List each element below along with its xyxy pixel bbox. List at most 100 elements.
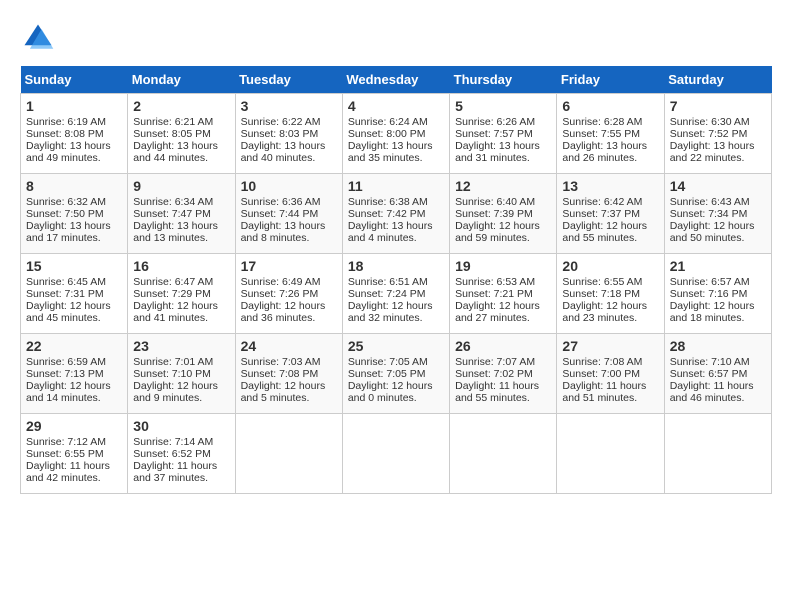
calendar-cell bbox=[664, 414, 771, 494]
day-header-tuesday: Tuesday bbox=[235, 66, 342, 94]
logo bbox=[20, 20, 60, 56]
calendar-header: SundayMondayTuesdayWednesdayThursdayFrid… bbox=[21, 66, 772, 94]
day-info: Daylight: 13 hours bbox=[26, 220, 122, 232]
day-info: and 13 minutes. bbox=[133, 232, 229, 244]
day-info: Daylight: 12 hours bbox=[348, 300, 444, 312]
calendar-cell: 29Sunrise: 7:12 AMSunset: 6:55 PMDayligh… bbox=[21, 414, 128, 494]
week-row-5: 29Sunrise: 7:12 AMSunset: 6:55 PMDayligh… bbox=[21, 414, 772, 494]
day-info: Sunrise: 6:26 AM bbox=[455, 116, 551, 128]
day-info: Sunrise: 6:36 AM bbox=[241, 196, 337, 208]
calendar-cell: 26Sunrise: 7:07 AMSunset: 7:02 PMDayligh… bbox=[450, 334, 557, 414]
day-info: and 36 minutes. bbox=[241, 312, 337, 324]
day-info: Sunrise: 6:38 AM bbox=[348, 196, 444, 208]
day-number: 24 bbox=[241, 338, 337, 354]
day-info: Sunset: 8:03 PM bbox=[241, 128, 337, 140]
day-header-saturday: Saturday bbox=[664, 66, 771, 94]
day-info: and 44 minutes. bbox=[133, 152, 229, 164]
week-row-3: 15Sunrise: 6:45 AMSunset: 7:31 PMDayligh… bbox=[21, 254, 772, 334]
week-row-2: 8Sunrise: 6:32 AMSunset: 7:50 PMDaylight… bbox=[21, 174, 772, 254]
day-info: Sunrise: 6:59 AM bbox=[26, 356, 122, 368]
calendar-cell: 24Sunrise: 7:03 AMSunset: 7:08 PMDayligh… bbox=[235, 334, 342, 414]
day-info: and 40 minutes. bbox=[241, 152, 337, 164]
logo-icon bbox=[20, 20, 56, 56]
day-info: Daylight: 12 hours bbox=[348, 380, 444, 392]
day-number: 2 bbox=[133, 98, 229, 114]
day-info: Sunset: 7:57 PM bbox=[455, 128, 551, 140]
day-info: and 46 minutes. bbox=[670, 392, 766, 404]
day-number: 30 bbox=[133, 418, 229, 434]
day-info: and 42 minutes. bbox=[26, 472, 122, 484]
day-info: Sunset: 6:55 PM bbox=[26, 448, 122, 460]
day-number: 22 bbox=[26, 338, 122, 354]
day-info: Daylight: 12 hours bbox=[133, 380, 229, 392]
day-info: Daylight: 11 hours bbox=[133, 460, 229, 472]
day-number: 28 bbox=[670, 338, 766, 354]
calendar-cell: 2Sunrise: 6:21 AMSunset: 8:05 PMDaylight… bbox=[128, 94, 235, 174]
day-info: Daylight: 12 hours bbox=[455, 220, 551, 232]
day-info: Sunrise: 6:30 AM bbox=[670, 116, 766, 128]
calendar-cell bbox=[557, 414, 664, 494]
calendar-cell: 10Sunrise: 6:36 AMSunset: 7:44 PMDayligh… bbox=[235, 174, 342, 254]
day-info: Sunrise: 6:55 AM bbox=[562, 276, 658, 288]
day-info: Sunrise: 6:22 AM bbox=[241, 116, 337, 128]
calendar-cell: 15Sunrise: 6:45 AMSunset: 7:31 PMDayligh… bbox=[21, 254, 128, 334]
day-info: Sunset: 7:18 PM bbox=[562, 288, 658, 300]
day-number: 1 bbox=[26, 98, 122, 114]
day-number: 4 bbox=[348, 98, 444, 114]
day-info: Daylight: 12 hours bbox=[562, 300, 658, 312]
day-info: and 31 minutes. bbox=[455, 152, 551, 164]
day-info: Daylight: 12 hours bbox=[670, 300, 766, 312]
day-info: Daylight: 11 hours bbox=[670, 380, 766, 392]
day-info: Daylight: 11 hours bbox=[455, 380, 551, 392]
day-info: Daylight: 13 hours bbox=[348, 220, 444, 232]
day-number: 21 bbox=[670, 258, 766, 274]
day-info: and 59 minutes. bbox=[455, 232, 551, 244]
day-info: Sunset: 8:05 PM bbox=[133, 128, 229, 140]
day-info: Sunset: 7:13 PM bbox=[26, 368, 122, 380]
day-info: Daylight: 13 hours bbox=[348, 140, 444, 152]
day-number: 14 bbox=[670, 178, 766, 194]
day-number: 12 bbox=[455, 178, 551, 194]
calendar-cell: 6Sunrise: 6:28 AMSunset: 7:55 PMDaylight… bbox=[557, 94, 664, 174]
day-info: Sunset: 7:10 PM bbox=[133, 368, 229, 380]
day-info: Sunrise: 7:08 AM bbox=[562, 356, 658, 368]
day-info: and 0 minutes. bbox=[348, 392, 444, 404]
day-info: Sunset: 7:21 PM bbox=[455, 288, 551, 300]
day-info: Sunrise: 7:10 AM bbox=[670, 356, 766, 368]
day-header-friday: Friday bbox=[557, 66, 664, 94]
day-info: Sunset: 7:37 PM bbox=[562, 208, 658, 220]
calendar-cell: 18Sunrise: 6:51 AMSunset: 7:24 PMDayligh… bbox=[342, 254, 449, 334]
day-info: and 51 minutes. bbox=[562, 392, 658, 404]
calendar-cell: 16Sunrise: 6:47 AMSunset: 7:29 PMDayligh… bbox=[128, 254, 235, 334]
day-info: Sunset: 7:16 PM bbox=[670, 288, 766, 300]
day-info: Sunset: 8:08 PM bbox=[26, 128, 122, 140]
day-info: Sunset: 7:29 PM bbox=[133, 288, 229, 300]
day-header-monday: Monday bbox=[128, 66, 235, 94]
day-info: Sunset: 6:57 PM bbox=[670, 368, 766, 380]
day-info: Sunset: 7:44 PM bbox=[241, 208, 337, 220]
day-header-wednesday: Wednesday bbox=[342, 66, 449, 94]
day-info: Daylight: 13 hours bbox=[562, 140, 658, 152]
day-info: Sunrise: 6:24 AM bbox=[348, 116, 444, 128]
day-info: and 22 minutes. bbox=[670, 152, 766, 164]
day-info: and 17 minutes. bbox=[26, 232, 122, 244]
day-info: and 41 minutes. bbox=[133, 312, 229, 324]
day-info: Sunrise: 6:47 AM bbox=[133, 276, 229, 288]
day-info: Sunset: 7:31 PM bbox=[26, 288, 122, 300]
day-info: and 5 minutes. bbox=[241, 392, 337, 404]
day-info: Sunrise: 6:57 AM bbox=[670, 276, 766, 288]
day-number: 19 bbox=[455, 258, 551, 274]
day-info: Daylight: 12 hours bbox=[241, 380, 337, 392]
day-info: Daylight: 13 hours bbox=[455, 140, 551, 152]
day-number: 15 bbox=[26, 258, 122, 274]
day-number: 8 bbox=[26, 178, 122, 194]
day-info: and 49 minutes. bbox=[26, 152, 122, 164]
calendar-cell: 17Sunrise: 6:49 AMSunset: 7:26 PMDayligh… bbox=[235, 254, 342, 334]
day-info: and 8 minutes. bbox=[241, 232, 337, 244]
day-info: Sunrise: 6:49 AM bbox=[241, 276, 337, 288]
day-number: 17 bbox=[241, 258, 337, 274]
day-info: Daylight: 12 hours bbox=[241, 300, 337, 312]
day-info: Sunset: 7:39 PM bbox=[455, 208, 551, 220]
day-info: Sunset: 7:42 PM bbox=[348, 208, 444, 220]
day-info: Daylight: 13 hours bbox=[670, 140, 766, 152]
